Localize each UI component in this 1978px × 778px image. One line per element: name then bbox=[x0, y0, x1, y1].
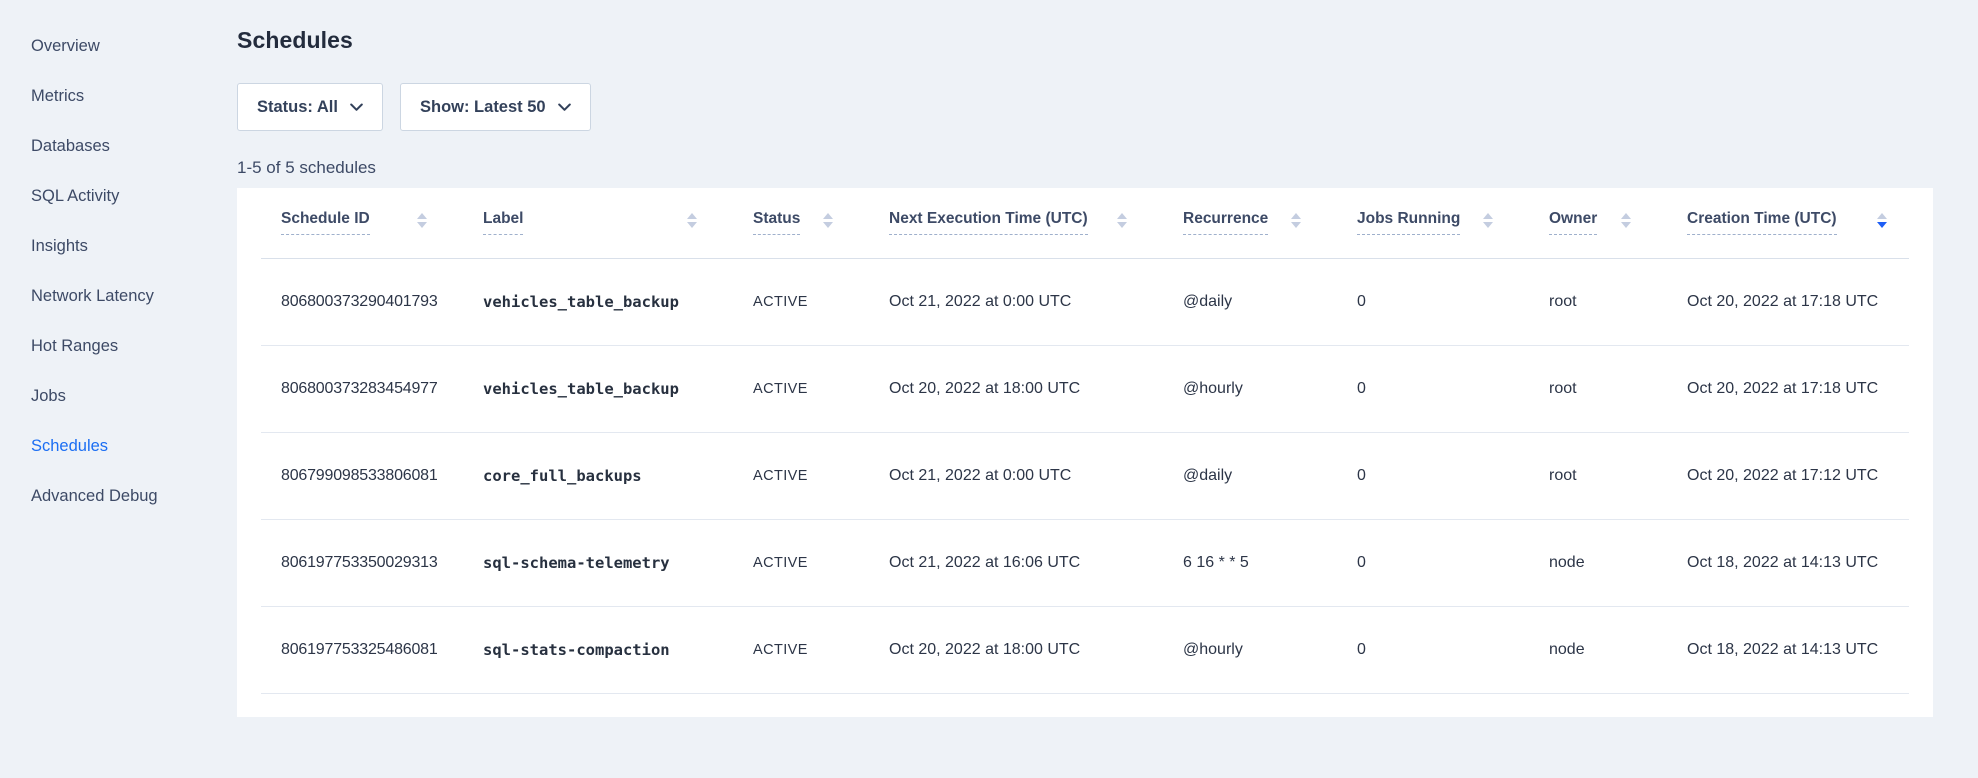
cell-jobs-running: 0 bbox=[1337, 432, 1529, 519]
column-header-creation-time-utc[interactable]: Creation Time (UTC) bbox=[1667, 188, 1909, 258]
chevron-down-icon bbox=[558, 103, 571, 112]
cell-owner: node bbox=[1529, 606, 1667, 693]
filter-bar: Status: All Show: Latest 50 bbox=[237, 83, 591, 131]
sort-icon[interactable] bbox=[823, 213, 833, 228]
column-label: Jobs Running bbox=[1357, 210, 1460, 235]
column-label: Creation Time (UTC) bbox=[1687, 210, 1837, 235]
cell-recurrence: 6 16 * * 5 bbox=[1163, 519, 1337, 606]
show-filter-dropdown[interactable]: Show: Latest 50 bbox=[400, 83, 591, 131]
cell-owner: root bbox=[1529, 432, 1667, 519]
sort-icon[interactable] bbox=[1877, 213, 1887, 228]
cell-next-execution: Oct 20, 2022 at 18:00 UTC bbox=[869, 345, 1163, 432]
chevron-down-icon bbox=[350, 103, 363, 112]
column-header-next-execution-time-utc[interactable]: Next Execution Time (UTC) bbox=[869, 188, 1163, 258]
cell-status: ACTIVE bbox=[733, 606, 869, 693]
table-row: 806800373283454977vehicles_table_backupA… bbox=[261, 345, 1909, 432]
cell-label: vehicles_table_backup bbox=[463, 345, 733, 432]
cell-id: 806197753325486081 bbox=[261, 606, 463, 693]
cell-owner: node bbox=[1529, 519, 1667, 606]
cell-label: sql-stats-compaction bbox=[463, 606, 733, 693]
cell-status: ACTIVE bbox=[733, 519, 869, 606]
cell-next-execution: Oct 21, 2022 at 0:00 UTC bbox=[869, 258, 1163, 345]
table-header: Schedule ID Label Status Next Execution Tim… bbox=[261, 188, 1909, 258]
column-header-schedule-id[interactable]: Schedule ID bbox=[261, 188, 463, 258]
schedules-table: Schedule ID Label Status Next Execution Tim… bbox=[261, 188, 1909, 694]
cell-label: sql-schema-telemetry bbox=[463, 519, 733, 606]
column-label: Owner bbox=[1549, 210, 1597, 235]
cell-jobs-running: 0 bbox=[1337, 345, 1529, 432]
column-label: Schedule ID bbox=[281, 210, 370, 235]
cell-owner: root bbox=[1529, 258, 1667, 345]
cell-creation-time: Oct 18, 2022 at 14:13 UTC bbox=[1667, 519, 1909, 606]
page-title: Schedules bbox=[237, 27, 353, 54]
cell-next-execution: Oct 20, 2022 at 18:00 UTC bbox=[869, 606, 1163, 693]
cell-recurrence: @hourly bbox=[1163, 606, 1337, 693]
cell-recurrence: @daily bbox=[1163, 432, 1337, 519]
sort-icon[interactable] bbox=[417, 213, 427, 228]
cell-status: ACTIVE bbox=[733, 345, 869, 432]
cell-jobs-running: 0 bbox=[1337, 606, 1529, 693]
show-filter-label: Show: Latest 50 bbox=[420, 98, 546, 117]
cell-label: core_full_backups bbox=[463, 432, 733, 519]
cell-jobs-running: 0 bbox=[1337, 519, 1529, 606]
cell-id: 806799098533806081 bbox=[261, 432, 463, 519]
cell-recurrence: @daily bbox=[1163, 258, 1337, 345]
status-filter-dropdown[interactable]: Status: All bbox=[237, 83, 383, 131]
cell-creation-time: Oct 18, 2022 at 14:13 UTC bbox=[1667, 606, 1909, 693]
sidebar-item-jobs[interactable]: Jobs bbox=[0, 371, 237, 421]
table-row: 806197753325486081sql-stats-compactionAC… bbox=[261, 606, 1909, 693]
column-header-recurrence[interactable]: Recurrence bbox=[1163, 188, 1337, 258]
column-header-status[interactable]: Status bbox=[733, 188, 869, 258]
sidebar-item-overview[interactable]: Overview bbox=[0, 21, 237, 71]
sidebar-item-network-latency[interactable]: Network Latency bbox=[0, 271, 237, 321]
sort-icon[interactable] bbox=[1291, 213, 1301, 228]
sort-icon[interactable] bbox=[1117, 213, 1127, 228]
column-label: Status bbox=[753, 210, 800, 235]
cell-creation-time: Oct 20, 2022 at 17:12 UTC bbox=[1667, 432, 1909, 519]
cell-creation-time: Oct 20, 2022 at 17:18 UTC bbox=[1667, 345, 1909, 432]
table-row: 806800373290401793vehicles_table_backupA… bbox=[261, 258, 1909, 345]
results-count: 1-5 of 5 schedules bbox=[237, 158, 376, 178]
sidebar-item-sql-activity[interactable]: SQL Activity bbox=[0, 171, 237, 221]
sidebar-item-metrics[interactable]: Metrics bbox=[0, 71, 237, 121]
sidebar-item-advanced-debug[interactable]: Advanced Debug bbox=[0, 471, 237, 521]
column-header-owner[interactable]: Owner bbox=[1529, 188, 1667, 258]
table-row: 806197753350029313sql-schema-telemetryAC… bbox=[261, 519, 1909, 606]
sidebar-item-databases[interactable]: Databases bbox=[0, 121, 237, 171]
sidebar-item-insights[interactable]: Insights bbox=[0, 221, 237, 271]
cell-owner: root bbox=[1529, 345, 1667, 432]
sort-icon[interactable] bbox=[1483, 213, 1493, 228]
table-row: 806799098533806081core_full_backupsACTIV… bbox=[261, 432, 1909, 519]
cell-next-execution: Oct 21, 2022 at 16:06 UTC bbox=[869, 519, 1163, 606]
cell-id: 806197753350029313 bbox=[261, 519, 463, 606]
column-label: Label bbox=[483, 210, 523, 235]
column-label: Next Execution Time (UTC) bbox=[889, 210, 1088, 235]
cell-id: 806800373283454977 bbox=[261, 345, 463, 432]
cell-status: ACTIVE bbox=[733, 432, 869, 519]
column-header-label[interactable]: Label bbox=[463, 188, 733, 258]
cell-id: 806800373290401793 bbox=[261, 258, 463, 345]
column-header-jobs-running[interactable]: Jobs Running bbox=[1337, 188, 1529, 258]
schedules-table-card: Schedule ID Label Status Next Execution Tim… bbox=[237, 188, 1933, 717]
sort-icon[interactable] bbox=[1621, 213, 1631, 228]
column-label: Recurrence bbox=[1183, 210, 1268, 235]
main-content: Schedules Status: All Show: Latest 50 1-… bbox=[237, 0, 1978, 778]
cell-recurrence: @hourly bbox=[1163, 345, 1337, 432]
cell-jobs-running: 0 bbox=[1337, 258, 1529, 345]
sidebar-item-hot-ranges[interactable]: Hot Ranges bbox=[0, 321, 237, 371]
sort-icon[interactable] bbox=[687, 213, 697, 228]
sidebar-item-schedules[interactable]: Schedules bbox=[0, 421, 237, 471]
sidebar: Overview Metrics Databases SQL Activity … bbox=[0, 0, 237, 521]
status-filter-label: Status: All bbox=[257, 98, 338, 117]
cell-status: ACTIVE bbox=[733, 258, 869, 345]
cell-next-execution: Oct 21, 2022 at 0:00 UTC bbox=[869, 432, 1163, 519]
cell-creation-time: Oct 20, 2022 at 17:18 UTC bbox=[1667, 258, 1909, 345]
cell-label: vehicles_table_backup bbox=[463, 258, 733, 345]
